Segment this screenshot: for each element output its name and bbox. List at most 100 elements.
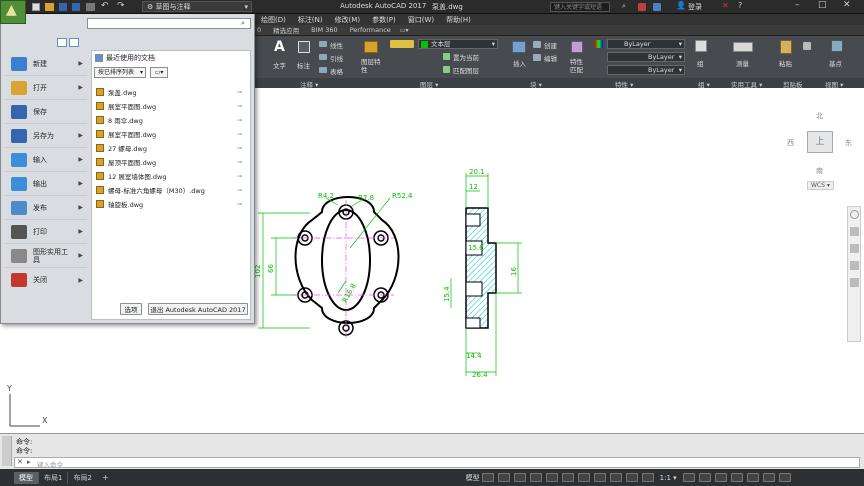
- viewcube-south[interactable]: 南: [816, 166, 823, 176]
- transparency-icon[interactable]: [593, 473, 606, 482]
- menu-draw[interactable]: 绘图(D): [255, 15, 292, 25]
- workspace-switch-icon[interactable]: [682, 473, 695, 482]
- viewcube-east[interactable]: 东: [845, 138, 852, 148]
- app-menu-close[interactable]: 关闭 ▶: [5, 268, 87, 292]
- ortho-icon[interactable]: [513, 473, 526, 482]
- viewcube[interactable]: 北 西 上 东 南 WCS ▾: [785, 108, 855, 198]
- customize-icon[interactable]: [778, 473, 791, 482]
- orbit-icon[interactable]: [850, 261, 859, 270]
- color-dropdown[interactable]: ByLayer ▾: [607, 39, 685, 49]
- a360-icon[interactable]: [638, 3, 646, 11]
- pin-icon[interactable]: ⊸: [237, 145, 242, 152]
- base-button[interactable]: 基点: [829, 58, 842, 68]
- edit-button[interactable]: 编辑: [544, 53, 557, 63]
- polar-icon[interactable]: [529, 473, 542, 482]
- insert-button[interactable]: 插入: [513, 58, 526, 68]
- linear-button[interactable]: 线性: [330, 40, 343, 50]
- recent-file[interactable]: 27 螺母.dwg ⊸: [92, 141, 250, 155]
- match-properties-icon[interactable]: [571, 41, 583, 53]
- annotation-visibility-icon[interactable]: [625, 473, 638, 482]
- view-dropdown[interactable]: ▭▾: [150, 67, 168, 78]
- text-button[interactable]: 文字: [273, 60, 286, 70]
- binoculars-icon[interactable]: ⌕: [622, 2, 626, 11]
- login-button[interactable]: 登录: [688, 2, 702, 12]
- clean-screen-icon[interactable]: [762, 473, 775, 482]
- workspace-dropdown[interactable]: ⚙ 草图与注释 ▾: [142, 1, 252, 12]
- recent-commands-icon[interactable]: ▸: [27, 458, 31, 466]
- paste-button[interactable]: 粘贴: [779, 58, 792, 68]
- wcs-menu[interactable]: WCS ▾: [807, 181, 834, 190]
- pin-icon[interactable]: ⊸: [237, 131, 242, 138]
- close-icon[interactable]: ✕: [843, 0, 851, 10]
- exit-button[interactable]: 退出 Autodesk AutoCAD 2017: [148, 303, 248, 315]
- showmotion-icon[interactable]: [850, 278, 859, 287]
- otrack-icon[interactable]: [561, 473, 574, 482]
- pin-icon[interactable]: ⊸: [237, 159, 242, 166]
- lineweight-icon[interactable]: [577, 473, 590, 482]
- qat-new-icon[interactable]: [32, 3, 40, 11]
- sort-dropdown[interactable]: 按已排序列表 ▾: [94, 67, 146, 78]
- match-properties-button[interactable]: 特性匹配: [570, 58, 588, 74]
- tab-toggle-icon[interactable]: ▭▾: [397, 27, 412, 34]
- layer-properties-icon[interactable]: [364, 41, 378, 53]
- tab-layout2[interactable]: 布局2: [67, 471, 96, 484]
- command-input[interactable]: ✕ ▸ 键入命令: [14, 457, 860, 469]
- selection-cycling-icon[interactable]: [609, 473, 622, 482]
- menu-help[interactable]: 帮助(H): [440, 15, 477, 25]
- insert-icon[interactable]: [512, 41, 526, 53]
- recent-file[interactable]: 12 展室墙体图.dwg ⊸: [92, 169, 250, 183]
- match-layer-button[interactable]: 匹配图层: [453, 65, 479, 75]
- command-history-handle[interactable]: [2, 436, 12, 466]
- qat-save-icon[interactable]: [59, 3, 67, 11]
- pin-icon[interactable]: ⊸: [237, 201, 242, 208]
- model-space-label[interactable]: 模型: [466, 473, 480, 483]
- measure-icon[interactable]: [733, 42, 753, 52]
- options-button[interactable]: 选项: [120, 303, 142, 315]
- qat-saveas-icon[interactable]: [72, 3, 80, 11]
- tab-layout1[interactable]: 布局1: [38, 471, 67, 484]
- base-point-icon[interactable]: [831, 40, 843, 52]
- viewcube-west[interactable]: 西: [787, 138, 794, 148]
- app-menu-open[interactable]: 打开 ▶: [5, 76, 87, 100]
- layer-state-icons[interactable]: [390, 40, 414, 48]
- tab-model[interactable]: 模型: [14, 471, 38, 484]
- viewcube-top-face[interactable]: 上: [807, 131, 833, 153]
- recent-file[interactable]: 展室平面图.dwg ⊸: [92, 127, 250, 141]
- isolate-objects-icon[interactable]: [746, 473, 759, 482]
- app-menu-import[interactable]: 输入 ▶: [5, 148, 87, 172]
- app-menu-drawing-utilities[interactable]: 图形实用工具 ▶: [5, 244, 87, 268]
- grid-icon[interactable]: [481, 473, 494, 482]
- tab-performance[interactable]: Performance: [344, 26, 397, 34]
- add-layout-button[interactable]: +: [97, 472, 114, 483]
- zoom-icon[interactable]: [850, 244, 859, 253]
- pin-icon[interactable]: ⊸: [237, 173, 242, 180]
- measure-button[interactable]: 测量: [736, 58, 749, 68]
- search-input[interactable]: 键入关键字或短语: [550, 2, 610, 12]
- copy-clip-icon[interactable]: [803, 42, 811, 50]
- app-menu-search[interactable]: [87, 18, 251, 29]
- linetype-dropdown[interactable]: ByLayer ▾: [607, 52, 685, 62]
- pin-icon[interactable]: ⊸: [237, 103, 242, 110]
- menu-modify[interactable]: 修改(M): [329, 15, 367, 25]
- recent-file[interactable]: 轴旋板.dwg ⊸: [92, 197, 250, 211]
- minimize-icon[interactable]: –: [795, 0, 800, 10]
- menu-window[interactable]: 窗口(W): [402, 15, 440, 25]
- user-icon[interactable]: 👤: [676, 1, 686, 10]
- help-icon[interactable]: ?: [738, 1, 742, 10]
- tab-bim360[interactable]: BIM 360: [305, 26, 343, 34]
- cart-icon[interactable]: [653, 3, 661, 11]
- snap-icon[interactable]: [497, 473, 510, 482]
- layer-properties-button[interactable]: 图层特性: [361, 58, 383, 74]
- qat-print-icon[interactable]: [86, 3, 95, 11]
- recent-file[interactable]: 展室平面图.dwg ⊸: [92, 99, 250, 113]
- lineweight-dropdown[interactable]: ByLayer ▾: [607, 65, 685, 75]
- menu-dimension[interactable]: 标注(N): [292, 15, 329, 25]
- pin-icon[interactable]: ⊸: [237, 89, 242, 96]
- tab-output[interactable]: 0: [255, 26, 267, 34]
- pin-icon[interactable]: ⊸: [237, 187, 242, 194]
- recent-file[interactable]: 屋顶平面图.dwg ⊸: [92, 155, 250, 169]
- restore-icon[interactable]: □: [818, 0, 827, 10]
- exchange-icon[interactable]: ✕: [722, 1, 729, 10]
- leader-button[interactable]: 引线: [330, 53, 343, 63]
- auto-scale-icon[interactable]: [641, 473, 654, 482]
